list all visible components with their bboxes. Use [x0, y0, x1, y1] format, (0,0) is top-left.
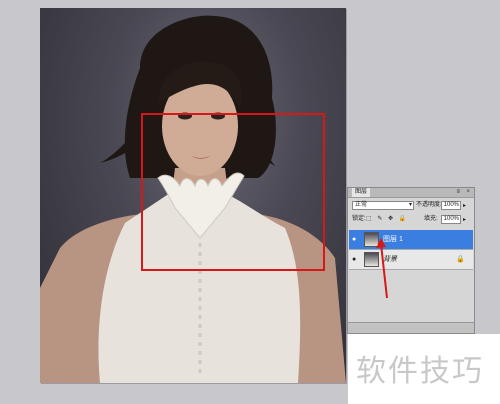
- watermark: 软件技巧: [348, 334, 500, 404]
- watermark-text: 软件技巧: [356, 354, 484, 389]
